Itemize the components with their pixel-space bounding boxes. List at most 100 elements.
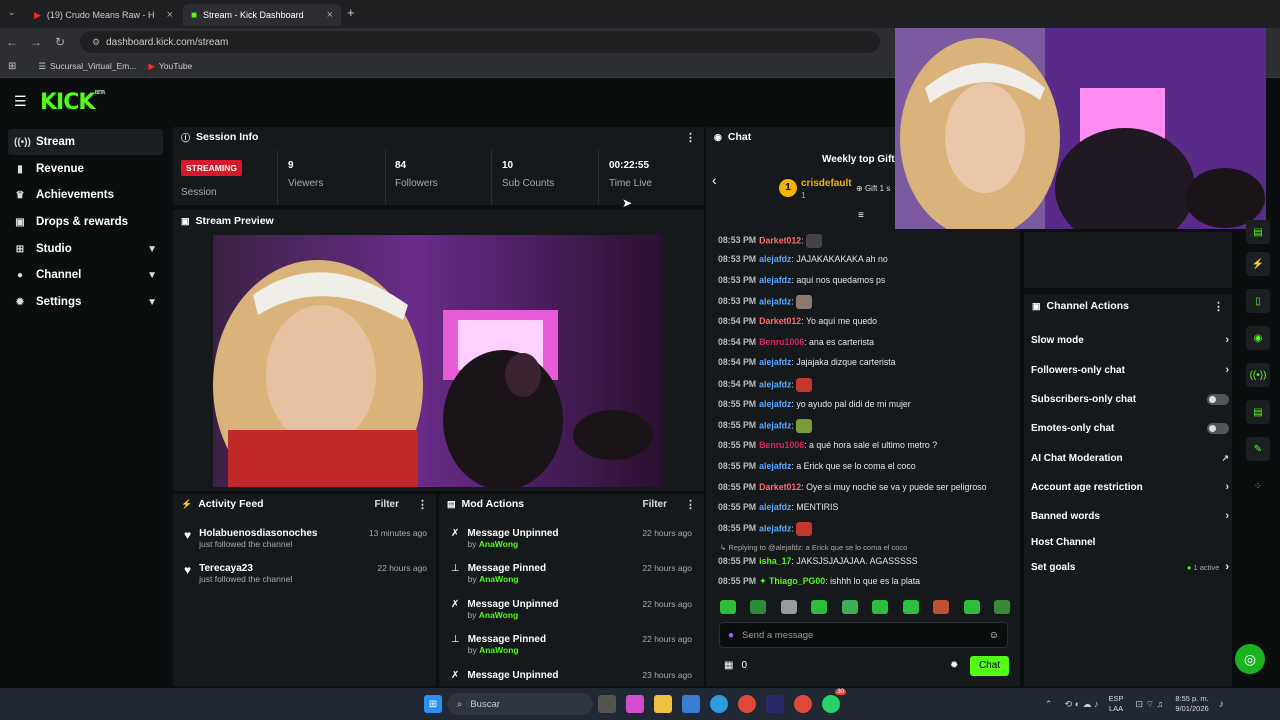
microphone-icon[interactable]: ●	[728, 630, 734, 641]
msg-user[interactable]: alejafdz	[759, 296, 791, 306]
sidebar-item-studio[interactable]: ⊞ Studio ▼	[8, 236, 163, 262]
msg-user[interactable]: Benru1006	[759, 337, 804, 347]
forward-icon[interactable]: →	[24, 35, 48, 49]
emote-icon[interactable]	[902, 600, 919, 614]
language-indicator[interactable]: ESP LAA	[1109, 694, 1124, 714]
reload-icon[interactable]: ↻	[48, 35, 72, 49]
chrome-icon[interactable]	[738, 695, 756, 713]
network-sound-icons[interactable]: ⊡ ⌔ ♫	[1136, 699, 1164, 710]
msg-user[interactable]: alejafdz	[759, 461, 791, 471]
menu-icon[interactable]: ☰	[14, 93, 27, 110]
tab-kick[interactable]: ■ Stream - Kick Dashboard ×	[183, 4, 341, 26]
banned-words-item[interactable]: Banned words ›	[1031, 506, 1229, 526]
rail-item[interactable]: ▤	[1246, 220, 1270, 244]
rail-item[interactable]: ▤	[1246, 400, 1270, 424]
close-tab-icon[interactable]: ×	[327, 9, 333, 21]
sidebar-item-stream[interactable]: ((•)) Stream	[8, 129, 163, 155]
rail-item[interactable]: ✎	[1246, 437, 1270, 461]
rail-item[interactable]: ⚡	[1246, 252, 1270, 276]
edge-icon[interactable]	[710, 695, 728, 713]
site-info-icon[interactable]: ⚙	[92, 37, 100, 48]
rail-item[interactable]: ◉	[1246, 326, 1270, 350]
rail-item[interactable]: ((•))	[1246, 363, 1270, 387]
emote-icon[interactable]	[933, 600, 950, 614]
task-view-icon[interactable]	[598, 695, 616, 713]
ai-moderation-item[interactable]: AI Chat Moderation ↗	[1031, 448, 1229, 468]
emote-icon[interactable]	[872, 600, 889, 614]
points-display[interactable]: ▦ 0	[724, 660, 747, 671]
msg-user[interactable]: Darket012	[759, 316, 801, 326]
host-channel-item[interactable]: Host Channel	[1031, 532, 1229, 552]
more-options-icon[interactable]: ⋮	[417, 498, 428, 511]
file-explorer-icon[interactable]	[654, 695, 672, 713]
more-options-icon[interactable]: ⋮	[685, 498, 696, 511]
msg-user[interactable]: alejafdz	[759, 379, 791, 389]
followers-only-item[interactable]: Followers-only chat ›	[1031, 360, 1229, 380]
url-input[interactable]: ⚙ dashboard.kick.com/stream	[80, 31, 880, 53]
msg-user[interactable]: isha_17	[759, 556, 791, 566]
chat-settings-icon[interactable]: ✹	[950, 660, 958, 671]
clock[interactable]: 8:55 p. m. 9/01/2026	[1175, 694, 1208, 714]
stream-video[interactable]	[213, 235, 663, 487]
bookmark-item[interactable]: ☰ Sucursal_Virtual_Em...	[38, 61, 136, 72]
tab-list-icon[interactable]: ⌄	[8, 7, 16, 18]
windows-start-icon[interactable]: ⊞	[424, 695, 442, 713]
notification-bell-icon[interactable]: ♪	[1219, 699, 1224, 710]
activity-user[interactable]: Holabuenosdiasonoches	[199, 528, 317, 539]
subscribers-only-toggle[interactable]	[1207, 393, 1229, 405]
pinned-icon[interactable]: ≡	[858, 210, 864, 221]
emote-icon[interactable]	[750, 600, 767, 614]
emoji-icon[interactable]: ☺	[989, 630, 999, 641]
msg-user[interactable]: alejafdz	[759, 502, 791, 512]
activity-user[interactable]: Terecaya23	[199, 563, 292, 574]
chevron-left-icon[interactable]: ‹	[712, 172, 717, 188]
msg-user[interactable]: alejafdz	[759, 399, 791, 409]
msg-user[interactable]: Darket012	[759, 235, 801, 245]
msg-user[interactable]: Benru1006	[759, 440, 804, 450]
tab-youtube[interactable]: ▶ (19) Crudo Means Raw - Hubie ×	[26, 4, 181, 26]
msg-user[interactable]: alejafdz	[759, 357, 791, 367]
gifter-name[interactable]: crisdefault	[801, 178, 852, 189]
msg-user[interactable]: alejafdz	[759, 420, 791, 430]
filter-button[interactable]: Filter	[375, 499, 399, 510]
emotes-only-toggle[interactable]	[1207, 422, 1229, 434]
chat-send-button[interactable]: Chat	[970, 656, 1009, 676]
chrome-active-icon[interactable]	[794, 695, 812, 713]
close-tab-icon[interactable]: ×	[167, 9, 173, 21]
sidebar-item-revenue[interactable]: ▮ Revenue	[8, 156, 163, 182]
rail-item[interactable]: ▯	[1246, 289, 1270, 313]
more-options-icon[interactable]: ⋮	[685, 131, 696, 144]
store-icon[interactable]	[682, 695, 700, 713]
account-age-item[interactable]: Account age restriction ›	[1031, 477, 1229, 497]
new-tab-icon[interactable]: +	[347, 5, 355, 20]
filter-button[interactable]: Filter	[643, 499, 667, 510]
bookmark-item[interactable]: ▶ YouTube	[148, 61, 192, 72]
back-icon[interactable]: ←	[0, 35, 24, 49]
gift-button[interactable]: ⊕ Gift 1 s	[856, 184, 890, 193]
msg-user[interactable]: alejafdz	[759, 275, 791, 285]
sidebar-item-drops[interactable]: ▣ Drops & rewards	[8, 209, 163, 235]
msg-user[interactable]: Darket012	[759, 482, 801, 492]
kick-logo[interactable]: KICKBETA	[40, 90, 106, 115]
mod-user[interactable]: AnaWong	[479, 539, 519, 549]
emote-icon[interactable]	[841, 600, 858, 614]
help-button[interactable]: ◎	[1235, 644, 1265, 674]
msg-user[interactable]: alejafdz	[759, 254, 791, 264]
apps-icon[interactable]: ⊞	[8, 61, 16, 72]
rail-item[interactable]: ⁘	[1246, 474, 1270, 498]
taskbar-search[interactable]: ⌕ Buscar	[447, 693, 593, 715]
msg-user[interactable]: alejafdz	[759, 523, 791, 533]
more-options-icon[interactable]: ⋮	[1213, 300, 1224, 313]
chat-input[interactable]: ● Send a message ☺	[719, 622, 1008, 648]
copilot-icon[interactable]	[626, 695, 644, 713]
emote-icon[interactable]	[811, 600, 828, 614]
emote-icon[interactable]	[780, 600, 797, 614]
set-goals-item[interactable]: Set goals ● 1 active ›	[1031, 557, 1229, 577]
emote-icon[interactable]	[993, 600, 1010, 614]
mod-user[interactable]: AnaWong	[479, 610, 519, 620]
mod-user[interactable]: AnaWong	[479, 645, 519, 655]
tray-icons[interactable]: ⟲ ◐ ☁ ♪	[1065, 699, 1099, 710]
emote-icon[interactable]	[963, 600, 980, 614]
slow-mode-item[interactable]: Slow mode ›	[1031, 330, 1229, 350]
sidebar-item-settings[interactable]: ✹ Settings ▼	[8, 289, 163, 315]
